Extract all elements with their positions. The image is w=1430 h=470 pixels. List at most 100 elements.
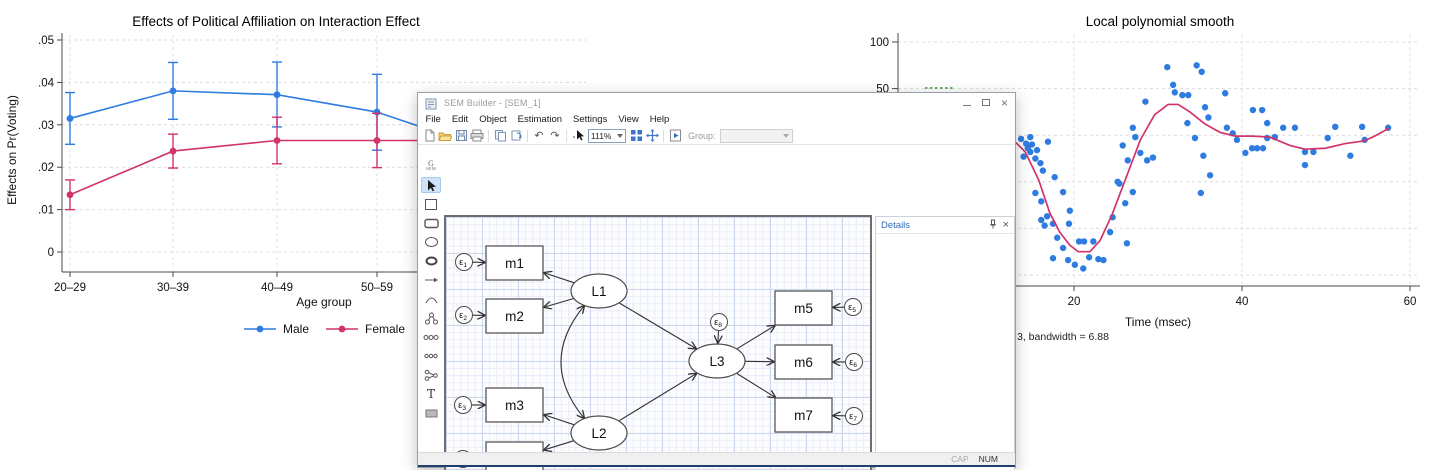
error-term-ε5[interactable]: ε5 bbox=[845, 299, 862, 316]
observed-variable-m7[interactable]: m7 bbox=[775, 398, 832, 432]
path-arrow bbox=[620, 303, 696, 348]
svg-text:L2: L2 bbox=[591, 426, 606, 441]
fit-to-page-icon[interactable] bbox=[628, 128, 644, 144]
error-term-ε1[interactable]: ε1 bbox=[456, 254, 473, 271]
menu-bar: File Edit Object Estimation Settings Vie… bbox=[418, 112, 1015, 127]
add-regression-component-tool[interactable] bbox=[421, 367, 441, 383]
svg-text:m7: m7 bbox=[794, 408, 813, 423]
open-file-icon[interactable] bbox=[437, 128, 453, 144]
undo-icon[interactable]: ↶ bbox=[531, 128, 547, 144]
chevron-down-icon bbox=[617, 134, 623, 138]
svg-text:Age group: Age group bbox=[296, 295, 352, 309]
add-path-tool[interactable] bbox=[421, 272, 441, 288]
menu-file[interactable]: File bbox=[420, 114, 446, 125]
desktop: .05.04.03.02.01020–2930–3940–4950–59Effe… bbox=[0, 0, 1430, 470]
gsem-logo: GSEM bbox=[421, 158, 441, 174]
builder-main-area: GSEM T m1m2m3m4m5m6m7L1L2L3ε1ε2ε3ε4ε5ε6ε… bbox=[418, 145, 1015, 452]
add-latent-variable-tool[interactable] bbox=[421, 234, 441, 250]
select-tool[interactable] bbox=[421, 177, 441, 193]
latent-variable-L3[interactable]: L3 bbox=[689, 344, 745, 378]
legend-item-male: Male bbox=[244, 322, 309, 336]
close-button[interactable]: × bbox=[1001, 98, 1008, 108]
svg-text:Female: Female bbox=[365, 322, 405, 336]
observed-variable-m2[interactable]: m2 bbox=[486, 299, 543, 333]
menu-view[interactable]: View bbox=[613, 114, 644, 125]
estimate-run-icon[interactable] bbox=[667, 128, 683, 144]
minimize-button[interactable] bbox=[963, 105, 971, 106]
legend-item-female: Female bbox=[326, 322, 405, 336]
add-covariance-tool[interactable] bbox=[421, 291, 441, 307]
menu-estimation[interactable]: Estimation bbox=[512, 114, 567, 125]
sem-builder-window: SEM Builder - [SEM_1] × File Edit Object… bbox=[417, 92, 1016, 468]
path-arrow bbox=[718, 331, 719, 343]
svg-text:L3: L3 bbox=[709, 354, 724, 369]
maximize-button[interactable] bbox=[982, 99, 990, 106]
duplicate-icon[interactable] bbox=[508, 128, 524, 144]
save-icon[interactable] bbox=[453, 128, 469, 144]
svg-text:20–29: 20–29 bbox=[54, 282, 86, 294]
error-term-ε3[interactable]: ε3 bbox=[455, 397, 472, 414]
latent-variable-L2[interactable]: L2 bbox=[571, 416, 627, 450]
svg-text:.03: .03 bbox=[38, 120, 54, 132]
caps-lock-indicator: CAP bbox=[951, 454, 968, 464]
diagram-nodes: m1m2m3m4m5m6m7L1L2L3ε1ε2ε3ε4ε5ε6ε7ε8 bbox=[455, 246, 863, 470]
latent-variable-L1[interactable]: L1 bbox=[571, 274, 627, 308]
menu-object[interactable]: Object bbox=[474, 114, 512, 125]
svg-text:m2: m2 bbox=[505, 309, 524, 324]
menu-help[interactable]: Help bbox=[644, 114, 675, 125]
svg-text:.02: .02 bbox=[38, 162, 54, 174]
add-multilevel-latent-tool[interactable] bbox=[421, 253, 441, 269]
print-icon[interactable] bbox=[469, 128, 485, 144]
title-bar[interactable]: SEM Builder - [SEM_1] × bbox=[418, 93, 1015, 112]
path-arrow bbox=[544, 273, 574, 283]
svg-text:.05: .05 bbox=[38, 35, 54, 47]
add-latent-variables-set-tool[interactable] bbox=[421, 348, 441, 364]
window-title: SEM Builder - [SEM_1] bbox=[444, 98, 541, 108]
add-observed-variables-set-tool[interactable] bbox=[421, 329, 441, 345]
svg-text:m6: m6 bbox=[794, 355, 813, 370]
copy-icon[interactable] bbox=[492, 128, 508, 144]
error-term-ε2[interactable]: ε2 bbox=[456, 307, 473, 324]
add-observed-variable-tool[interactable] bbox=[421, 196, 441, 212]
svg-text:60: 60 bbox=[1404, 296, 1417, 308]
diagram-canvas[interactable]: m1m2m3m4m5m6m7L1L2L3ε1ε2ε3ε4ε5ε6ε7ε8 bbox=[444, 215, 872, 470]
error-term-ε6[interactable]: ε6 bbox=[846, 354, 863, 371]
path-arrow bbox=[544, 441, 573, 450]
path-arrow bbox=[619, 374, 696, 421]
menu-settings[interactable]: Settings bbox=[568, 114, 613, 125]
svg-text:0: 0 bbox=[48, 247, 54, 259]
menu-edit[interactable]: Edit bbox=[446, 114, 473, 125]
zoom-level-select[interactable]: 111% bbox=[588, 129, 626, 143]
add-area-tool[interactable] bbox=[421, 405, 441, 421]
window-bottom-accent bbox=[418, 465, 1015, 467]
female-series bbox=[65, 113, 430, 209]
redo-icon[interactable]: ↷ bbox=[547, 128, 563, 144]
new-file-icon[interactable] bbox=[421, 128, 437, 144]
select-pointer-icon[interactable] bbox=[570, 128, 586, 144]
sem-path-diagram: m1m2m3m4m5m6m7L1L2L3ε1ε2ε3ε4ε5ε6ε7ε8 bbox=[446, 217, 870, 470]
path-arrow bbox=[737, 326, 774, 349]
details-close-icon[interactable]: × bbox=[1003, 220, 1009, 230]
observed-variable-m6[interactable]: m6 bbox=[775, 345, 832, 379]
svg-text:40: 40 bbox=[1236, 296, 1249, 308]
group-select[interactable] bbox=[720, 129, 793, 143]
observed-variable-m3[interactable]: m3 bbox=[486, 388, 543, 422]
add-generalized-response-tool[interactable] bbox=[421, 215, 441, 231]
pan-tool-icon[interactable] bbox=[644, 128, 660, 144]
svg-text:Time (msec): Time (msec) bbox=[1125, 315, 1191, 329]
svg-text:Effects on Pr(Voting): Effects on Pr(Voting) bbox=[5, 95, 19, 205]
error-term-ε8[interactable]: ε8 bbox=[711, 314, 728, 331]
num-lock-indicator: NUM bbox=[979, 454, 998, 464]
svg-text:100: 100 bbox=[870, 37, 889, 49]
svg-text:m1: m1 bbox=[505, 256, 524, 271]
pin-icon[interactable] bbox=[989, 216, 997, 234]
observed-variable-m5[interactable]: m5 bbox=[775, 291, 832, 325]
svg-text:30–39: 30–39 bbox=[157, 282, 189, 294]
observed-variable-m1[interactable]: m1 bbox=[486, 246, 543, 280]
add-text-tool[interactable]: T bbox=[421, 386, 441, 402]
error-term-ε7[interactable]: ε7 bbox=[846, 408, 863, 425]
toolbar: ↶ ↷ 111% Group: bbox=[418, 127, 1015, 145]
svg-text:.01: .01 bbox=[38, 205, 54, 217]
add-measurement-component-tool[interactable] bbox=[421, 310, 441, 326]
svg-text:50–59: 50–59 bbox=[361, 282, 393, 294]
